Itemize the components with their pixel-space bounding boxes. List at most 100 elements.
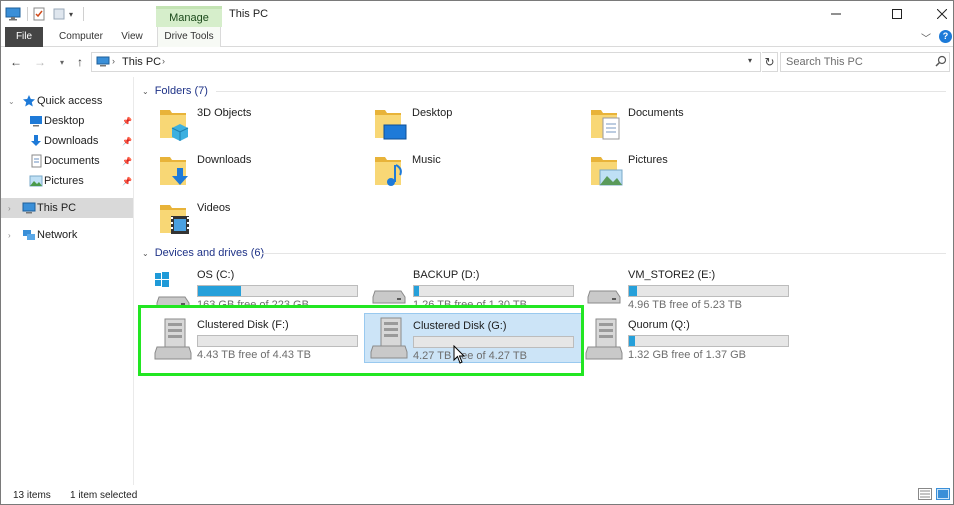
pin-icon[interactable]: 📌 bbox=[122, 157, 132, 166]
drive-usage-fill bbox=[198, 286, 241, 296]
annotation-highlight-box bbox=[138, 305, 584, 376]
maximize-button[interactable] bbox=[874, 1, 920, 27]
this-pc-icon bbox=[22, 201, 36, 215]
devices-group-label: Devices and drives (6) bbox=[154, 247, 265, 259]
tab-manage[interactable]: Manage bbox=[156, 6, 222, 28]
folder-name: Music bbox=[412, 154, 441, 166]
expand-chevron-icon[interactable]: › bbox=[8, 231, 11, 240]
close-button[interactable] bbox=[919, 1, 954, 27]
folder-tile-music[interactable]: Music bbox=[373, 151, 583, 195]
large-icons-view-icon[interactable] bbox=[936, 488, 950, 500]
sidebar-item-pictures[interactable]: Pictures 📌 bbox=[1, 171, 133, 191]
sidebar-item-label: Network bbox=[37, 229, 78, 241]
breadcrumb-separator-icon[interactable]: › bbox=[112, 56, 115, 66]
drive-name: Quorum (Q:) bbox=[628, 319, 690, 331]
collapse-chevron-icon[interactable]: ⌄ bbox=[142, 249, 149, 258]
sidebar-item-network[interactable]: › Network bbox=[1, 225, 133, 245]
address-dropdown-chevron-icon[interactable]: ▾ bbox=[748, 56, 752, 65]
drive-usage-fill bbox=[414, 286, 419, 296]
pin-icon[interactable]: 📌 bbox=[122, 117, 132, 126]
folder-tile-videos[interactable]: Videos bbox=[158, 199, 368, 243]
folder-name: Pictures bbox=[628, 154, 668, 166]
folder-tile-3d-objects[interactable]: 3D Objects bbox=[158, 104, 368, 148]
download-icon bbox=[29, 134, 43, 148]
minimize-button[interactable] bbox=[813, 1, 859, 27]
tab-computer[interactable]: Computer bbox=[53, 27, 109, 47]
downloads-folder-icon bbox=[160, 157, 188, 185]
help-icon[interactable]: ? bbox=[939, 30, 952, 43]
desktop-folder-icon bbox=[375, 110, 407, 140]
drive-tile-e[interactable]: VM_STORE2 (E:) 4.96 TB free of 5.23 TB bbox=[584, 265, 802, 315]
new-folder-icon[interactable] bbox=[53, 6, 65, 22]
folders-group-header[interactable]: ⌄ Folders (7) bbox=[142, 84, 208, 98]
drive-usage-bar bbox=[197, 285, 358, 297]
expand-chevron-icon[interactable]: › bbox=[8, 204, 11, 213]
breadcrumb-this-pc[interactable]: This PC bbox=[122, 56, 161, 68]
sidebar-item-label: Pictures bbox=[44, 175, 84, 187]
refresh-button[interactable]: ↻ bbox=[762, 52, 778, 72]
server-drive-icon bbox=[585, 318, 623, 360]
sidebar-item-quick-access[interactable]: ⌄ Quick access bbox=[1, 91, 133, 111]
this-pc-icon[interactable] bbox=[5, 6, 23, 22]
qa-separator bbox=[27, 7, 28, 21]
drive-name: OS (C:) bbox=[197, 269, 235, 281]
details-view-icon[interactable] bbox=[918, 488, 932, 500]
forward-arrow-icon[interactable]: → bbox=[31, 53, 49, 71]
drive-free-space: 1.32 GB free of 1.37 GB bbox=[628, 349, 747, 361]
sidebar-item-label: This PC bbox=[37, 202, 77, 214]
drive-usage-bar bbox=[413, 285, 574, 297]
folder-tile-pictures[interactable]: Pictures bbox=[589, 151, 799, 195]
expand-ribbon-chevron-icon[interactable]: ﹀ bbox=[921, 30, 931, 45]
sidebar-item-label: Downloads bbox=[44, 135, 99, 147]
devices-group-header[interactable]: ⌄ Devices and drives (6) bbox=[142, 246, 264, 260]
collapse-chevron-icon[interactable]: ⌄ bbox=[142, 87, 149, 96]
tab-file[interactable]: File bbox=[5, 27, 43, 47]
customize-toolbar-caret-icon[interactable]: ▾ bbox=[69, 6, 73, 22]
breadcrumb-separator-icon[interactable]: › bbox=[162, 56, 165, 66]
sidebar-item-documents[interactable]: Documents 📌 bbox=[1, 151, 133, 171]
folder-name: Downloads bbox=[197, 154, 252, 166]
tab-drive-tools[interactable]: Drive Tools bbox=[157, 27, 221, 47]
folder-tile-downloads[interactable]: Downloads bbox=[158, 151, 368, 195]
up-arrow-icon[interactable]: ↑ bbox=[71, 53, 89, 71]
item-count: 13 items bbox=[13, 490, 51, 501]
drive-free-space: 4.96 TB free of 5.23 TB bbox=[628, 299, 742, 311]
drive-tile-q[interactable]: Quorum (Q:) 1.32 GB free of 1.37 GB bbox=[584, 315, 802, 365]
navigation-bar: ← → ▾ ↑ › This PC › ▾ ↻ bbox=[1, 49, 953, 75]
drive-usage-bar bbox=[628, 285, 789, 297]
documents-icon bbox=[29, 154, 43, 168]
sidebar-item-downloads[interactable]: Downloads 📌 bbox=[1, 131, 133, 151]
search-input[interactable] bbox=[781, 53, 931, 71]
pin-icon[interactable]: 📌 bbox=[122, 177, 132, 186]
folder-name: 3D Objects bbox=[197, 107, 252, 119]
folder-tile-documents[interactable]: Documents bbox=[589, 104, 799, 148]
tab-manage-label: Manage bbox=[169, 12, 209, 24]
refresh-icon: ↻ bbox=[764, 55, 775, 69]
expand-chevron-icon[interactable]: ⌄ bbox=[8, 97, 15, 106]
sidebar-item-this-pc[interactable]: › This PC bbox=[1, 198, 133, 218]
search-icon[interactable] bbox=[935, 55, 947, 70]
address-bar[interactable]: › This PC › ▾ bbox=[91, 52, 761, 72]
tab-view[interactable]: View bbox=[115, 27, 149, 47]
search-box bbox=[780, 52, 950, 72]
pin-icon[interactable]: 📌 bbox=[122, 137, 132, 146]
folder-name: Documents bbox=[628, 107, 684, 119]
properties-icon[interactable] bbox=[33, 6, 45, 22]
back-arrow-icon[interactable]: ← bbox=[7, 53, 25, 71]
drive-usage-bar bbox=[628, 335, 789, 347]
folders-group-label: Folders (7) bbox=[154, 85, 208, 97]
status-bar: 13 items 1 item selected bbox=[1, 485, 953, 504]
star-icon bbox=[22, 94, 36, 108]
drive-usage-fill bbox=[629, 286, 637, 296]
pictures-folder-icon bbox=[591, 157, 623, 186]
sidebar-item-label: Desktop bbox=[44, 115, 85, 127]
folder-tile-desktop[interactable]: Desktop bbox=[373, 104, 583, 148]
recent-locations-chevron-icon[interactable]: ▾ bbox=[53, 53, 71, 71]
sidebar-item-desktop[interactable]: Desktop 📌 bbox=[1, 111, 133, 131]
music-folder-icon bbox=[375, 157, 402, 186]
this-pc-icon bbox=[96, 56, 110, 71]
navigation-pane: ⌄ Quick access Desktop 📌 Downloads 📌 Doc… bbox=[1, 77, 134, 485]
mouse-cursor-icon bbox=[453, 345, 466, 364]
documents-folder-icon bbox=[591, 110, 620, 140]
videos-folder-icon bbox=[160, 205, 189, 234]
